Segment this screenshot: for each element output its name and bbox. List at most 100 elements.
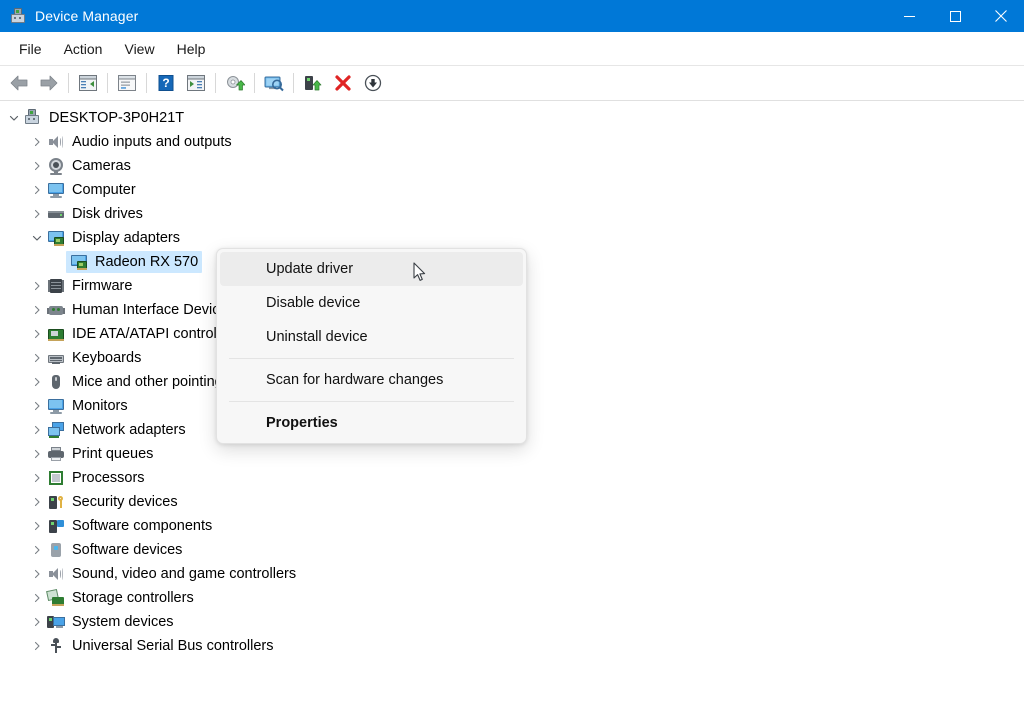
context-menu-item-update-driver[interactable]: Update driver — [220, 252, 523, 286]
speaker-icon — [47, 565, 65, 583]
chevron-right-icon[interactable] — [29, 182, 45, 198]
tree-label: Universal Serial Bus controllers — [72, 638, 274, 654]
maximize-button[interactable] — [932, 0, 978, 32]
context-menu-item-uninstall-device[interactable]: Uninstall device — [220, 320, 523, 354]
network-adapter-icon — [47, 421, 65, 439]
tree-item-disk-drives[interactable]: Disk drives — [0, 202, 1024, 226]
disable-device-button[interactable] — [358, 69, 388, 97]
title-bar: Device Manager — [0, 0, 1024, 32]
tree-item-processors[interactable]: Processors — [0, 466, 1024, 490]
close-button[interactable] — [978, 0, 1024, 32]
tree-label: Security devices — [72, 494, 178, 510]
update-driver-button[interactable] — [220, 69, 250, 97]
software-device-icon — [47, 541, 65, 559]
context-menu-item-scan-for-hardware-changes[interactable]: Scan for hardware changes — [220, 363, 523, 397]
chevron-right-icon[interactable] — [29, 158, 45, 174]
tree-item-storage-controllers[interactable]: Storage controllers — [0, 586, 1024, 610]
minimize-button[interactable] — [886, 0, 932, 32]
tree-label: Human Interface Devices — [72, 302, 235, 318]
toolbar-separator-1 — [68, 73, 69, 93]
device-manager-window: Device Manager File Action View Help ? D… — [0, 0, 1024, 707]
tree-label: Print queues — [72, 446, 154, 462]
enable-device-button[interactable] — [298, 69, 328, 97]
tree-item-universal-serial-bus-controllers[interactable]: Universal Serial Bus controllers — [0, 634, 1024, 658]
context-menu-separator-2 — [229, 401, 514, 402]
tree-item-system-devices[interactable]: System devices — [0, 610, 1024, 634]
chevron-right-icon[interactable] — [29, 278, 45, 294]
chevron-right-icon[interactable] — [29, 614, 45, 630]
forward-button[interactable] — [34, 69, 64, 97]
chevron-right-icon[interactable] — [29, 542, 45, 558]
tree-item-computer[interactable]: Computer — [0, 178, 1024, 202]
context-menu-item-properties[interactable]: Properties — [220, 406, 523, 440]
chevron-down-icon[interactable] — [29, 230, 45, 246]
tree-label: Storage controllers — [72, 590, 194, 606]
display-adapter-icon — [47, 229, 65, 247]
tree-label: Software components — [72, 518, 213, 534]
console-tree-button[interactable] — [73, 69, 103, 97]
menu-view[interactable]: View — [113, 37, 165, 61]
chevron-right-icon[interactable] — [29, 470, 45, 486]
chevron-right-icon[interactable] — [29, 350, 45, 366]
context-menu-item-disable-device[interactable]: Disable device — [220, 286, 523, 320]
tree-label: Keyboards — [72, 350, 142, 366]
menu-file[interactable]: File — [8, 37, 53, 61]
chevron-right-icon[interactable] — [29, 398, 45, 414]
tree-item-display-adapters[interactable]: Display adapters — [0, 226, 1024, 250]
window-title: Device Manager — [35, 8, 139, 24]
uninstall-device-button[interactable] — [328, 69, 358, 97]
tree-label: Network adapters — [72, 422, 186, 438]
scan-hardware-button[interactable] — [259, 69, 289, 97]
tree-label: IDE ATA/ATAPI controllers — [72, 326, 241, 342]
security-device-icon — [47, 493, 65, 511]
disk-drive-icon — [47, 205, 65, 223]
tree-item-root[interactable]: DESKTOP-3P0H21T — [0, 106, 1024, 130]
tree-label: Display adapters — [72, 230, 180, 246]
toolbar-separator-3 — [146, 73, 147, 93]
tree-label: Monitors — [72, 398, 128, 414]
menu-bar: File Action View Help — [0, 32, 1024, 65]
toolbar-separator-6 — [293, 73, 294, 93]
tree-label: Audio inputs and outputs — [72, 134, 232, 150]
action-pane-button[interactable] — [181, 69, 211, 97]
tree-label: Sound, video and game controllers — [72, 566, 297, 582]
chevron-right-icon[interactable] — [29, 590, 45, 606]
chevron-right-icon[interactable] — [29, 302, 45, 318]
tree-item-cameras[interactable]: Cameras — [0, 154, 1024, 178]
chevron-right-icon[interactable] — [29, 134, 45, 150]
back-button[interactable] — [4, 69, 34, 97]
chevron-right-icon[interactable] — [29, 374, 45, 390]
display-adapter-icon — [70, 253, 88, 271]
properties-window-button[interactable] — [112, 69, 142, 97]
chevron-right-icon[interactable] — [29, 638, 45, 654]
chevron-right-icon[interactable] — [29, 494, 45, 510]
chevron-right-icon[interactable] — [29, 422, 45, 438]
tree-label: System devices — [72, 614, 174, 630]
chevron-right-icon[interactable] — [29, 518, 45, 534]
toolbar-separator-4 — [215, 73, 216, 93]
tree-label: Processors — [72, 470, 145, 486]
mouse-icon — [47, 373, 65, 391]
computer-root-icon — [24, 109, 42, 127]
context-menu-separator-1 — [229, 358, 514, 359]
help-button[interactable]: ? — [151, 69, 181, 97]
tree-item-sound-video-and-game-controllers[interactable]: Sound, video and game controllers — [0, 562, 1024, 586]
tree-item-software-components[interactable]: Software components — [0, 514, 1024, 538]
tree-selection-highlight: Radeon RX 570 — [66, 251, 203, 273]
chevron-right-icon[interactable] — [29, 566, 45, 582]
menu-help[interactable]: Help — [166, 37, 217, 61]
tree-label: Computer — [72, 182, 136, 198]
tree-item-audio-inputs-and-outputs[interactable]: Audio inputs and outputs — [0, 130, 1024, 154]
tree-item-security-devices[interactable]: Security devices — [0, 490, 1024, 514]
tree-item-software-devices[interactable]: Software devices — [0, 538, 1024, 562]
chevron-right-icon[interactable] — [29, 326, 45, 342]
chevron-right-icon[interactable] — [29, 206, 45, 222]
menu-action[interactable]: Action — [53, 37, 114, 61]
chevron-down-icon[interactable] — [6, 110, 22, 126]
tree-label-root: DESKTOP-3P0H21T — [49, 110, 185, 126]
software-component-icon — [47, 517, 65, 535]
camera-icon — [47, 157, 65, 175]
tree-item-print-queues[interactable]: Print queues — [0, 442, 1024, 466]
chevron-right-icon[interactable] — [29, 446, 45, 462]
tree-label: Firmware — [72, 278, 133, 294]
